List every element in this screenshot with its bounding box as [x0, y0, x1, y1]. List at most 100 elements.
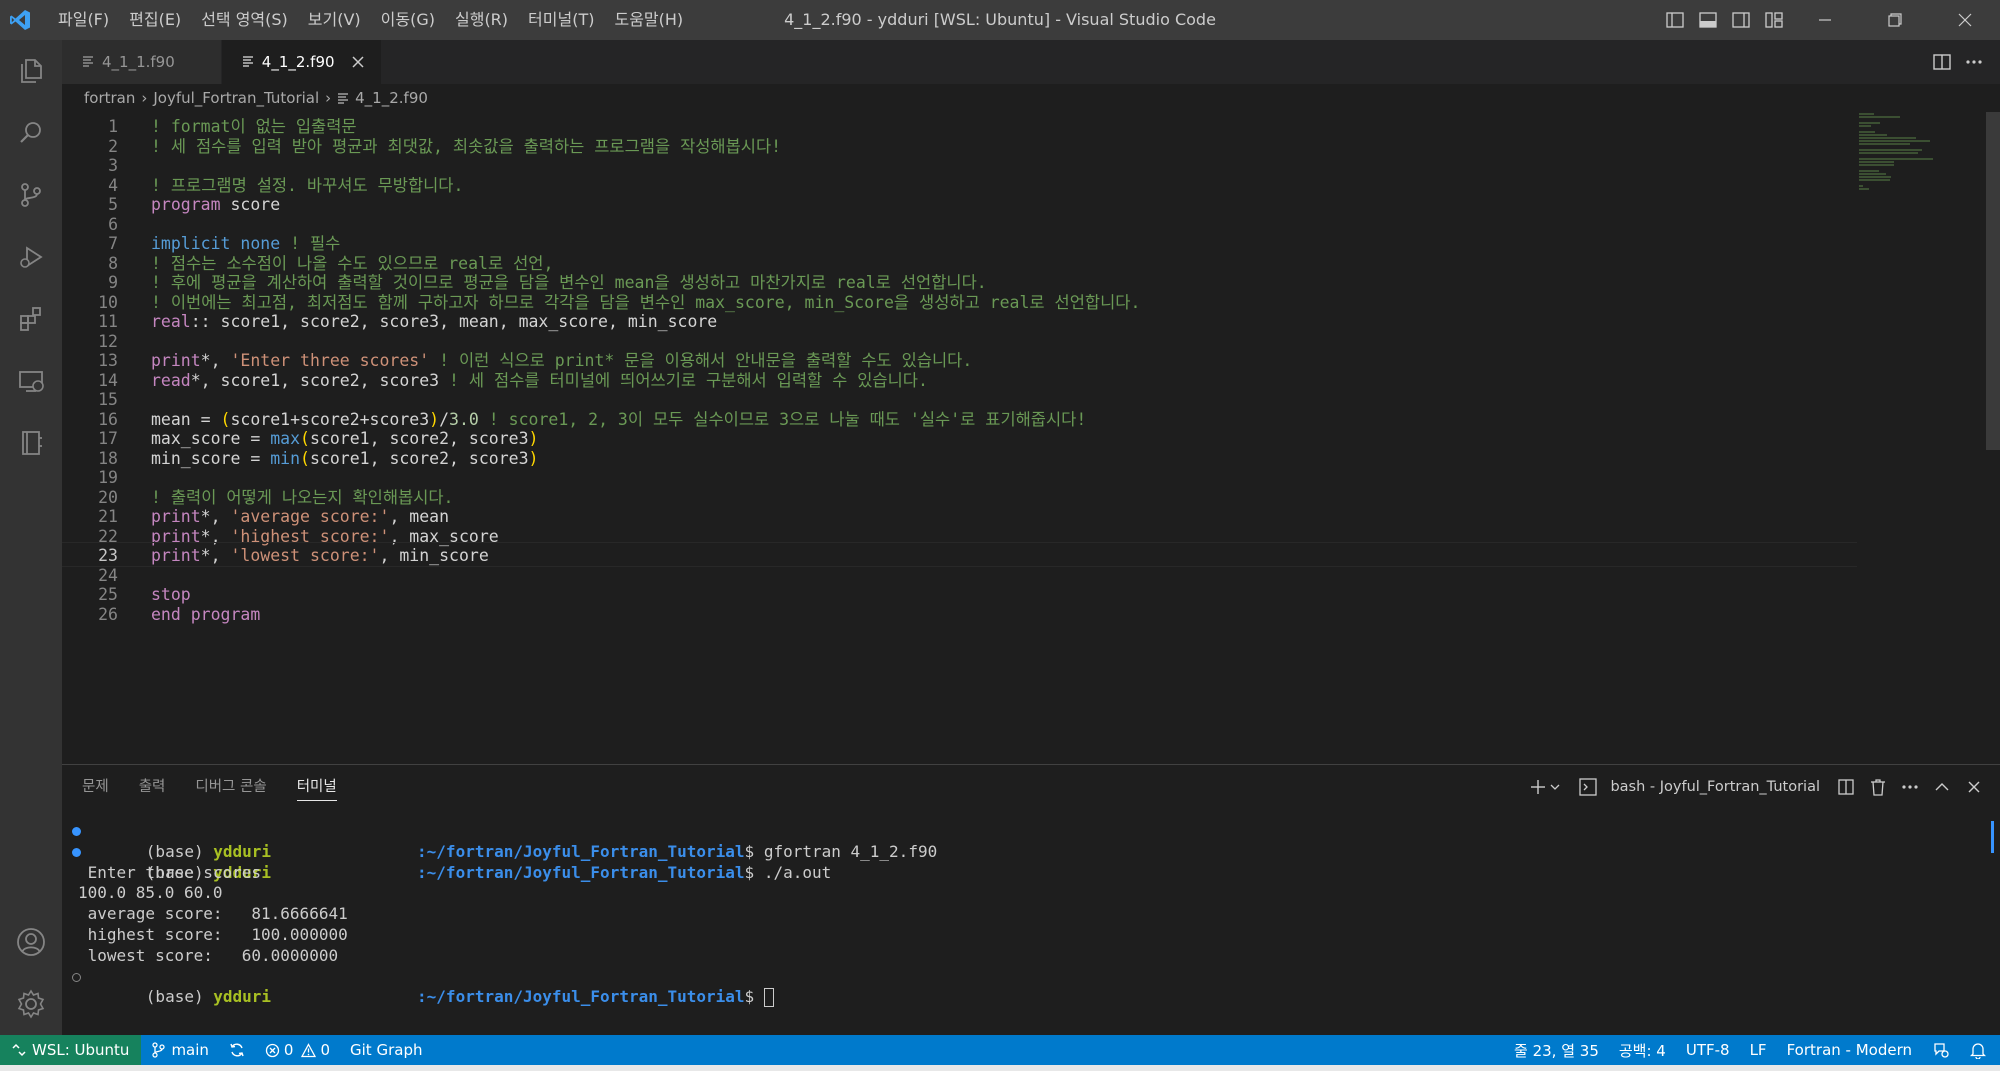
chevron-right-icon: ›	[141, 89, 148, 107]
close-window-icon[interactable]	[1930, 0, 2000, 40]
settings-gear-icon[interactable]	[0, 973, 62, 1035]
restore-icon[interactable]	[1860, 0, 1930, 40]
terminal-name[interactable]: bash - Joyful_Fortran_Tutorial	[1610, 779, 1820, 795]
toggle-primary-sidebar-icon[interactable]	[1658, 0, 1691, 40]
code-token: end program	[151, 604, 261, 624]
menu-go[interactable]: 이동(G)	[371, 0, 445, 40]
command-decoration-icon[interactable]	[72, 847, 81, 857]
terminal-output-line: Enter three scores	[78, 862, 262, 882]
run-debug-icon[interactable]	[0, 226, 62, 288]
minimap[interactable]	[1857, 112, 1977, 190]
code-text: end program	[151, 602, 260, 627]
maximize-panel-icon[interactable]	[1926, 771, 1958, 803]
menu-edit[interactable]: 편집(E)	[119, 0, 191, 40]
activity-bar	[0, 40, 62, 1035]
title-bar: 파일(F) 편집(E) 선택 영역(S) 보기(V) 이동(G) 실행(R) 터…	[0, 0, 2000, 40]
editor-tabs: 4_1_1.f90 4_1_2.f90	[62, 40, 2000, 84]
breadcrumb: fortran › Joyful_Fortran_Tutorial › 4_1_…	[62, 84, 2000, 112]
minimap-line	[1859, 149, 1922, 151]
remote-indicator[interactable]: WSL: Ubuntu	[0, 1035, 142, 1065]
breadcrumb-folder-tutorial[interactable]: Joyful_Fortran_Tutorial	[153, 89, 319, 107]
minimap-line	[1859, 134, 1887, 136]
minimap-line	[1859, 137, 1916, 139]
tab-label: 4_1_1.f90	[102, 53, 175, 71]
minimize-icon[interactable]	[1790, 0, 1860, 40]
menu-selection[interactable]: 선택 영역(S)	[191, 0, 298, 40]
tab-problems[interactable]: 문제	[82, 765, 109, 809]
minimap-line	[1859, 125, 1871, 127]
editor-scrollbar-thumb[interactable]	[1986, 112, 2000, 450]
minimap-line	[1859, 173, 1886, 175]
trash-icon[interactable]	[1862, 771, 1894, 803]
minimap-line	[1859, 122, 1880, 124]
terminal-output[interactable]: (base) ydduri:~/fortran/Joyful_Fortran_T…	[62, 821, 1982, 1008]
minimap-line	[1859, 179, 1890, 181]
tab-debug-console[interactable]: 디버그 콘솔	[195, 765, 266, 809]
code-line[interactable]: 26 end program	[62, 602, 1857, 627]
menu-file[interactable]: 파일(F)	[48, 0, 119, 40]
split-terminal-icon[interactable]	[1830, 771, 1862, 803]
close-tab-icon[interactable]	[349, 53, 367, 71]
warning-icon	[301, 1042, 317, 1058]
menu-help[interactable]: 도움말(H)	[604, 0, 693, 40]
status-bar: WSL: Ubuntu main 0 0 Git Graph 줄 23, 열 3…	[0, 1035, 2000, 1065]
encoding[interactable]: UTF-8	[1676, 1035, 1740, 1065]
problems-indicator[interactable]: 0 0	[255, 1035, 340, 1065]
cursor-position[interactable]: 줄 23, 열 35	[1504, 1035, 1609, 1065]
git-graph-button[interactable]: Git Graph	[340, 1035, 432, 1065]
file-lines-icon	[82, 53, 94, 71]
terminal-icon	[1572, 771, 1604, 803]
minimap-line	[1859, 170, 1879, 172]
tab-4-1-2[interactable]: 4_1_2.f90	[221, 40, 382, 84]
bottom-panel: 문제 출력 디버그 콘솔 터미널 bash - Joyful_Fortran_T…	[62, 764, 2000, 1035]
command-decoration-icon[interactable]	[72, 972, 81, 982]
editor-scrollbar[interactable]	[1986, 112, 2000, 764]
tab-4-1-1[interactable]: 4_1_1.f90	[62, 40, 222, 84]
search-icon[interactable]	[0, 102, 62, 164]
notebook-icon[interactable]	[0, 412, 62, 474]
extensions-icon[interactable]	[0, 288, 62, 350]
remote-explorer-icon[interactable]	[0, 350, 62, 412]
close-panel-icon[interactable]	[1958, 771, 1990, 803]
taskbar-edge	[0, 1065, 2000, 1071]
customize-layout-icon[interactable]	[1757, 0, 1790, 40]
git-branch[interactable]: main	[141, 1035, 218, 1065]
terminal-scroll-indicator	[1991, 821, 1994, 853]
terminal-prompt-line: (base) ydduri:~/fortran/Joyful_Fortran_T…	[62, 842, 1982, 882]
menu-terminal[interactable]: 터미널(T)	[518, 0, 604, 40]
terminal-cursor	[763, 988, 774, 1008]
tab-label: 4_1_2.f90	[261, 53, 335, 71]
tab-terminal[interactable]: 터미널	[296, 765, 337, 809]
minimap-line	[1859, 158, 1933, 160]
toggle-panel-icon[interactable]	[1691, 0, 1724, 40]
accounts-icon[interactable]	[0, 911, 62, 973]
code-editor[interactable]: 1! format이 없는 입출력문 2! 세 점수를 입력 받아 평균과 최댓값…	[62, 112, 2000, 764]
terminal-output-line: average score: 81.6666641	[78, 904, 348, 924]
breadcrumb-file[interactable]: 4_1_2.f90	[355, 89, 428, 107]
split-editor-icon[interactable]	[1926, 46, 1958, 78]
minimap-line	[1859, 131, 1876, 133]
toggle-secondary-sidebar-icon[interactable]	[1724, 0, 1757, 40]
indentation[interactable]: 공백: 4	[1609, 1035, 1676, 1065]
remote-icon	[12, 1043, 26, 1057]
end-of-line[interactable]: LF	[1740, 1035, 1777, 1065]
chevron-right-icon: ›	[325, 89, 332, 107]
terminal-output-line: highest score: 100.000000	[78, 924, 348, 944]
minimap-line	[1859, 188, 1869, 190]
menu-view[interactable]: 보기(V)	[298, 0, 371, 40]
language-mode[interactable]: Fortran - Modern	[1777, 1035, 1922, 1065]
source-control-icon[interactable]	[0, 164, 62, 226]
notifications-bell-icon[interactable]	[1960, 1035, 2000, 1065]
sync-icon[interactable]	[219, 1035, 255, 1065]
minimap-line	[1859, 113, 1875, 115]
chevron-down-icon[interactable]	[1546, 771, 1564, 803]
breadcrumb-folder-fortran[interactable]: fortran	[84, 89, 135, 107]
feedback-icon[interactable]	[1922, 1035, 1960, 1065]
explorer-icon[interactable]	[0, 40, 62, 102]
command-decoration-icon[interactable]	[72, 827, 81, 836]
vscode-logo-icon	[0, 0, 40, 40]
menu-run[interactable]: 실행(R)	[445, 0, 518, 40]
more-actions-icon[interactable]	[1958, 46, 1990, 78]
more-actions-icon[interactable]	[1894, 771, 1926, 803]
tab-output[interactable]: 출력	[139, 765, 166, 809]
